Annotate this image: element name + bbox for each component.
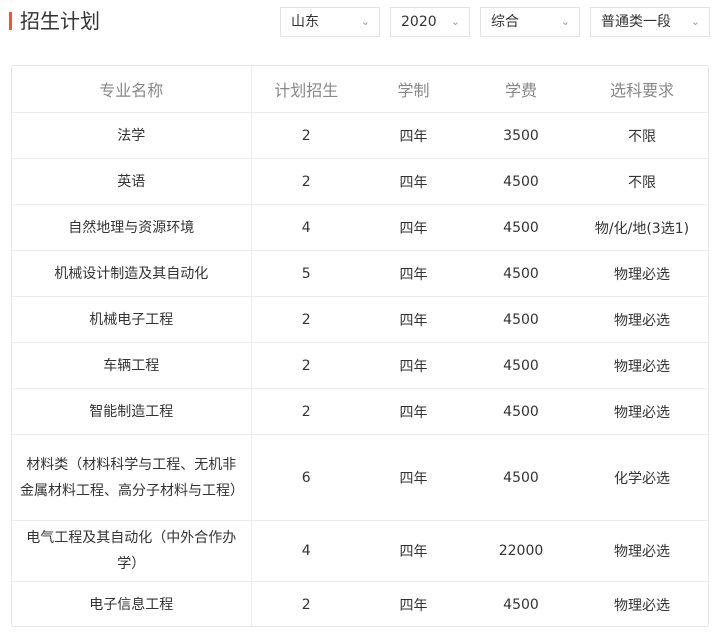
batch-select-value: 普通类一段 [601, 14, 671, 30]
subject-requirement: 不限 [576, 112, 708, 159]
table-header-row: 专业名称 计划招生 学制 学费 选科要求 [12, 66, 708, 113]
tuition-fee: 4500 [466, 296, 576, 343]
subject-requirement: 物理必选 [614, 597, 670, 614]
tuition-fee: 4500 [466, 158, 576, 205]
year-select[interactable]: 2020 ⌄ [390, 7, 470, 37]
subject-requirement: 物理必选 [576, 342, 708, 389]
province-select-value: 山东 [291, 14, 319, 30]
subject-requirement: 物/化/地(3选1) [576, 204, 708, 251]
plan-count: 4 [251, 520, 361, 582]
subject-requirement: 物理必选 [576, 388, 708, 435]
major-name: 电气工程及其自动化（中外合作办学） [12, 520, 252, 582]
major-name: 智能制造工程 [12, 388, 252, 435]
table-row: 机械设计制造及其自动化 5 四年 4500 物理必选 [12, 250, 708, 297]
column-header-plan: 计划招生 [251, 66, 361, 113]
plan-count: 4 [251, 204, 361, 251]
subject-requirement: 物理必选 [576, 520, 708, 582]
major-name: 机械设计制造及其自动化 [12, 250, 252, 297]
column-header-major: 专业名称 [12, 66, 252, 113]
tuition-fee: 4500 [466, 434, 576, 521]
tuition-fee: 4500 [466, 342, 576, 389]
tuition-fee: 4500 [466, 204, 576, 251]
plan-count: 2 [251, 112, 361, 159]
table-row: 电子信息工程 2 四年 4500 物理必选 [12, 581, 708, 626]
table-row: 电气工程及其自动化（中外合作办学） 4 四年 22000 物理必选 [12, 520, 708, 582]
plan-count: 2 [301, 596, 311, 613]
tuition-fee: 22000 [466, 520, 576, 582]
batch-select[interactable]: 普通类一段 ⌄ [590, 7, 710, 37]
duration: 四年 [361, 434, 466, 521]
tuition-fee: 3500 [466, 112, 576, 159]
subject-requirement: 不限 [576, 158, 708, 205]
tuition-fee: 4500 [466, 250, 576, 297]
major-name: 车辆工程 [12, 342, 252, 389]
duration: 四年 [399, 597, 428, 614]
subject-select-value: 综合 [491, 14, 519, 30]
subject-requirement: 物理必选 [576, 296, 708, 343]
plan-count: 5 [251, 250, 361, 297]
column-header-duration: 学制 [361, 66, 466, 113]
plan-count: 6 [251, 434, 361, 521]
title-accent-bar [9, 12, 12, 30]
duration: 四年 [361, 204, 466, 251]
table-row: 机械电子工程 2 四年 4500 物理必选 [12, 296, 708, 343]
chevron-down-icon: ⌄ [360, 15, 370, 28]
subject-select[interactable]: 综合 ⌄ [480, 7, 580, 37]
major-name: 电子信息工程 [12, 581, 252, 626]
table-row: 自然地理与资源环境 4 四年 4500 物/化/地(3选1) [12, 204, 708, 251]
major-name: 材料类（材料科学与工程、无机非金属材料工程、高分子材料与工程） [12, 434, 252, 521]
tuition-fee: 4500 [466, 388, 576, 435]
province-select[interactable]: 山东 ⌄ [280, 7, 380, 37]
duration: 四年 [361, 342, 466, 389]
plan-count: 2 [251, 296, 361, 343]
major-name: 自然地理与资源环境 [12, 204, 252, 251]
major-name: 法学 [12, 112, 252, 159]
table-row: 车辆工程 2 四年 4500 物理必选 [12, 342, 708, 389]
page-title: 招生计划 [20, 9, 100, 33]
major-name: 机械电子工程 [12, 296, 252, 343]
duration: 四年 [361, 158, 466, 205]
subject-requirement: 化学必选 [576, 434, 708, 521]
column-header-requirement: 选科要求 [576, 66, 708, 113]
enrollment-plan-table: 专业名称 计划招生 学制 学费 选科要求 法学 2 四年 3500 不限 英语 … [11, 65, 709, 627]
page-header: 招生计划 山东 ⌄ 2020 ⌄ 综合 ⌄ 普通类一段 ⌄ [0, 0, 718, 50]
table-row: 英语 2 四年 4500 不限 [12, 158, 708, 205]
plan-count: 2 [251, 342, 361, 389]
duration: 四年 [361, 296, 466, 343]
column-header-fee: 学费 [466, 66, 576, 113]
major-name: 英语 [12, 158, 252, 205]
plan-count: 2 [251, 388, 361, 435]
table-row: 材料类（材料科学与工程、无机非金属材料工程、高分子材料与工程） 6 四年 450… [12, 434, 708, 521]
table-row: 智能制造工程 2 四年 4500 物理必选 [12, 388, 708, 435]
subject-requirement: 物理必选 [576, 250, 708, 297]
year-select-value: 2020 [401, 14, 437, 30]
duration: 四年 [361, 520, 466, 582]
tuition-fee: 4500 [503, 596, 539, 613]
duration: 四年 [361, 250, 466, 297]
table-row: 法学 2 四年 3500 不限 [12, 112, 708, 159]
duration: 四年 [361, 388, 466, 435]
chevron-down-icon: ⌄ [690, 15, 700, 28]
plan-count: 2 [251, 158, 361, 205]
chevron-down-icon: ⌄ [560, 15, 570, 28]
chevron-down-icon: ⌄ [450, 15, 460, 28]
duration: 四年 [361, 112, 466, 159]
